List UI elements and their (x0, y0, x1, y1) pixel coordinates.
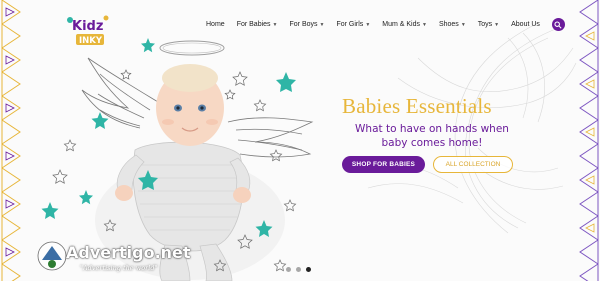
nav-label: For Babies (236, 21, 271, 28)
chevron-down-icon: ▼ (460, 21, 466, 28)
decorative-border-right (579, 0, 599, 281)
shop-for-babies-button[interactable]: SHOP FOR BABIES (342, 156, 425, 173)
hero-subline: What to have on hands when baby comes ho… (355, 123, 509, 149)
nav-label: Mum & Kids (382, 21, 420, 28)
nav-label: Home (206, 21, 225, 28)
nav-label: Shoes (438, 21, 459, 28)
hero-headline: Babies Essentials (342, 94, 492, 118)
nav-label: About Us (511, 21, 540, 28)
search-button[interactable] (551, 18, 565, 31)
chevron-down-icon: ▼ (365, 21, 371, 28)
slider-pagination (286, 267, 311, 272)
watermark-tagline: "Advertising the world" (80, 264, 158, 272)
slider-dot-active[interactable] (306, 267, 311, 272)
decorative-border-left (1, 0, 21, 281)
search-icon (554, 20, 562, 29)
slider-dot[interactable] (296, 267, 301, 272)
nav-item-for-boys[interactable]: For Boys ▼ (284, 21, 331, 28)
chevron-down-icon: ▼ (272, 21, 278, 28)
nav-item-about-us[interactable]: About Us (505, 21, 546, 28)
chevron-down-icon: ▼ (422, 21, 427, 28)
hero-banner: Kidz INKY Home For Babies ▼ For Boys ▼ For… (0, 0, 600, 281)
nav-label: Toys (477, 21, 493, 28)
chevron-down-icon: ▼ (319, 21, 325, 28)
all-collection-button[interactable]: ALL COLLECTION (433, 156, 513, 173)
slider-dot[interactable] (286, 267, 291, 272)
nav-item-mum-kids[interactable]: Mum & Kids ▼ (376, 21, 433, 28)
nav-item-shoes[interactable]: Shoes ▼ (433, 21, 472, 28)
nav-item-toys[interactable]: Toys ▼ (472, 21, 505, 28)
nav-label: For Girls (336, 21, 364, 28)
watermark-text: Advertigo.net (66, 243, 191, 262)
chevron-down-icon: ▼ (494, 21, 500, 28)
nav-item-for-girls[interactable]: For Girls ▼ (330, 21, 376, 28)
nav-item-home[interactable]: Home (200, 21, 231, 28)
nav-item-for-babies[interactable]: For Babies ▼ (231, 21, 284, 28)
nav-label: For Boys (289, 21, 318, 28)
